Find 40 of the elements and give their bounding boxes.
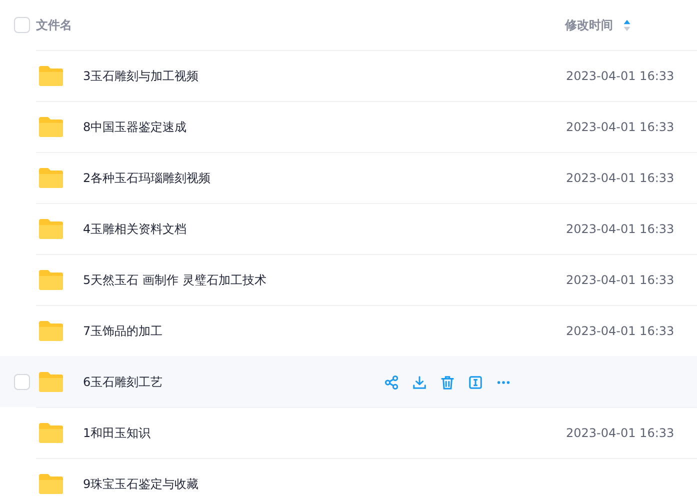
file-name[interactable]: 8中国玉器鉴定速成 — [83, 118, 187, 136]
modified-time: 2023-04-01 16:33 — [566, 171, 671, 185]
select-all-checkbox[interactable] — [14, 17, 30, 33]
file-name[interactable]: 7玉饰品的加工 — [83, 322, 163, 340]
download-icon[interactable] — [412, 374, 427, 390]
sort-icon[interactable] — [623, 18, 631, 32]
file-row[interactable]: 9珠宝玉石鉴定与收藏 — [36, 458, 697, 502]
file-row[interactable]: 6玉石雕刻工艺 — [0, 356, 697, 407]
folder-icon — [38, 473, 64, 495]
folder-icon — [38, 269, 64, 291]
file-row[interactable]: 5天然玉石 画制作 灵璧石加工技术 2023-04-01 16:33 — [36, 254, 697, 305]
modified-time: 2023-04-01 16:33 — [566, 273, 671, 287]
file-name[interactable]: 3玉石雕刻与加工视频 — [83, 68, 199, 84]
modified-time: 2023-04-01 16:33 — [566, 222, 671, 236]
file-name[interactable]: 2各种玉石玛瑙雕刻视频 — [83, 170, 211, 186]
trash-icon[interactable] — [440, 374, 455, 390]
file-name[interactable]: 6玉石雕刻工艺 — [83, 374, 163, 390]
folder-icon — [38, 371, 64, 393]
folder-icon — [38, 218, 64, 240]
row-checkbox[interactable] — [14, 374, 30, 390]
folder-icon — [38, 65, 64, 87]
folder-icon — [38, 167, 64, 189]
file-row[interactable]: 8中国玉器鉴定速成 2023-04-01 16:33 — [36, 101, 697, 152]
modified-time: 2023-04-01 16:33 — [566, 120, 671, 134]
folder-icon — [38, 422, 64, 444]
file-row[interactable]: 2各种玉石玛瑙雕刻视频 2023-04-01 16:33 — [36, 152, 697, 203]
modified-time: 2023-04-01 16:33 — [566, 324, 671, 338]
file-name[interactable]: 1和田玉知识 — [83, 424, 151, 442]
file-name[interactable]: 9珠宝玉石鉴定与收藏 — [83, 476, 199, 492]
folder-icon — [38, 116, 64, 138]
modified-time: 2023-04-01 16:33 — [566, 426, 671, 440]
file-name[interactable]: 4玉雕相关资料文档 — [83, 220, 187, 238]
modified-time: 2023-04-01 16:33 — [566, 69, 671, 83]
folder-icon — [38, 320, 64, 342]
file-row[interactable]: 3玉石雕刻与加工视频 2023-04-01 16:33 — [36, 50, 697, 101]
share-icon[interactable] — [384, 374, 399, 390]
file-row[interactable]: 1和田玉知识 2023-04-01 16:33 — [36, 407, 697, 458]
rename-icon[interactable] — [468, 374, 483, 390]
file-name[interactable]: 5天然玉石 画制作 灵璧石加工技术 — [83, 272, 266, 288]
file-row[interactable]: 4玉雕相关资料文档 2023-04-01 16:33 — [36, 203, 697, 254]
